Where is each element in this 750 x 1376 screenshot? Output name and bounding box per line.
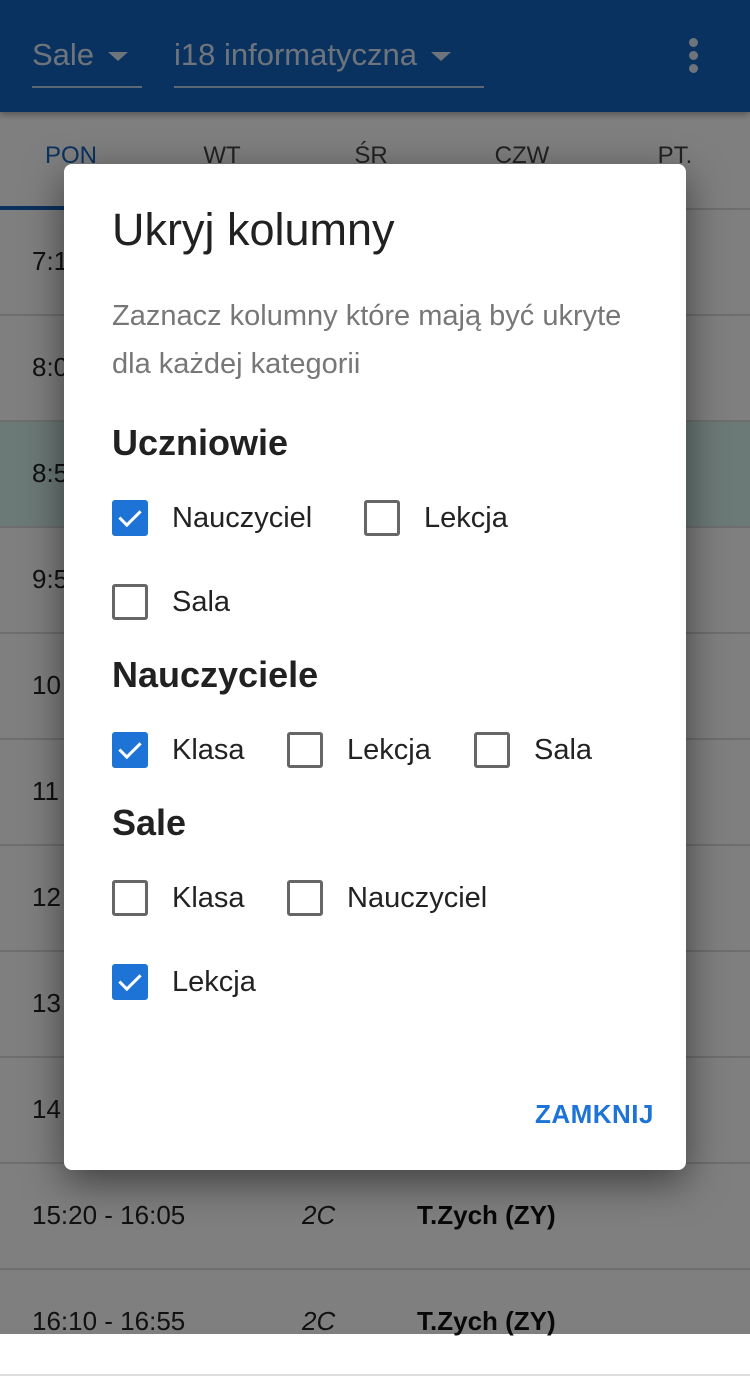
section-title-uczniowie: Uczniowie: [112, 422, 289, 463]
checkbox-label: Nauczyciel: [172, 501, 313, 534]
checkbox-uczniowie-nauczyciel[interactable]: Nauczyciel: [112, 498, 312, 538]
checkbox-label: Lekcja: [172, 965, 256, 998]
checkbox-nauczyciele-sala[interactable]: Sala: [474, 730, 592, 770]
hide-columns-dialog: Ukryj kolumny Zaznacz kolumny które mają…: [64, 164, 686, 1170]
dialog-description: Zaznacz kolumny które mają być ukryte dl…: [112, 300, 622, 380]
section-title-sale: Sale: [112, 802, 187, 843]
checkbox-unchecked-icon[interactable]: [287, 732, 323, 768]
checkbox-label: Klasa: [172, 881, 245, 914]
checkbox-unchecked-icon[interactable]: [112, 584, 148, 620]
checkbox-sale-nauczyciel[interactable]: Nauczyciel: [287, 878, 487, 918]
checkbox-label: Nauczyciel: [347, 881, 488, 914]
checkbox-label: Lekcja: [424, 501, 508, 534]
checkbox-label: Lekcja: [347, 733, 431, 766]
dialog-title: Ukryj kolumny: [112, 204, 395, 255]
checkbox-nauczyciele-klasa[interactable]: Klasa: [112, 730, 245, 770]
checkbox-uczniowie-lekcja[interactable]: Lekcja: [364, 498, 508, 538]
checkbox-unchecked-icon[interactable]: [287, 880, 323, 916]
checkbox-uczniowie-sala[interactable]: Sala: [112, 582, 230, 622]
checkbox-label: Sala: [534, 733, 593, 766]
checkbox-nauczyciele-lekcja[interactable]: Lekcja: [287, 730, 431, 770]
checkbox-label: Sala: [172, 585, 231, 618]
checkbox-checked-icon[interactable]: [112, 500, 148, 536]
checkbox-unchecked-icon[interactable]: [364, 500, 400, 536]
checkbox-sale-klasa[interactable]: Klasa: [112, 878, 245, 918]
section-title-nauczyciele: Nauczyciele: [112, 654, 319, 695]
checkbox-unchecked-icon[interactable]: [112, 880, 148, 916]
checkbox-checked-icon[interactable]: [112, 964, 148, 1000]
checkbox-checked-icon[interactable]: [112, 732, 148, 768]
checkbox-unchecked-icon[interactable]: [474, 732, 510, 768]
checkbox-label: Klasa: [172, 733, 245, 766]
checkbox-sale-lekcja[interactable]: Lekcja: [112, 962, 256, 1002]
close-button[interactable]: ZAMKNIJ: [535, 1099, 654, 1130]
